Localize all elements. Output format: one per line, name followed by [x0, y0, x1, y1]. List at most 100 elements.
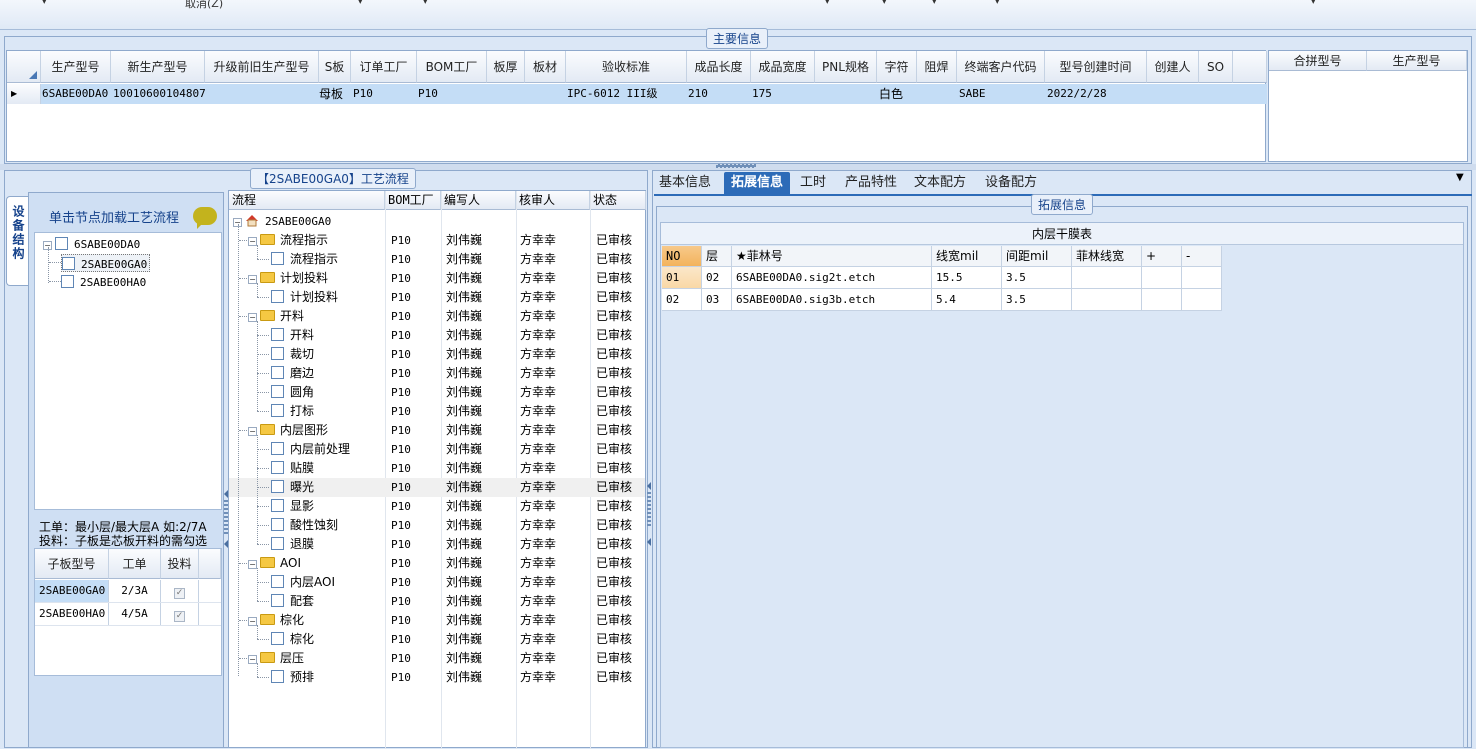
tab-work-hours[interactable]: 工时 [800, 172, 826, 194]
collapse-icon[interactable]: − [248, 655, 257, 664]
tab-basic-info[interactable]: 基本信息 [659, 172, 711, 194]
cell-no[interactable]: 01 [662, 267, 702, 289]
col-header[interactable]: 合拼型号 [1269, 51, 1367, 71]
tab-product-features[interactable]: 产品特性 [845, 172, 897, 194]
cell-film[interactable]: 6SABE00DA0.sig2t.etch [732, 267, 932, 289]
dropdown-caret-icon[interactable]: ▾ [42, 0, 47, 7]
tree-folder-node[interactable]: − 流程指示 [248, 231, 328, 250]
col-header[interactable]: 投料 [161, 549, 199, 579]
col-header[interactable]: 菲林线宽 [1072, 246, 1142, 267]
col-header[interactable]: S板 [319, 51, 351, 83]
tree-step-node[interactable]: 磨边 [271, 364, 314, 383]
collapse-arrow-icon[interactable] [647, 482, 651, 490]
collapse-icon[interactable]: − [248, 237, 257, 246]
cell-empty[interactable] [1182, 289, 1222, 311]
col-header[interactable]: BOM工厂 [385, 191, 441, 210]
col-header[interactable]: BOM工厂 [417, 51, 487, 83]
col-header[interactable]: 生产型号 [1367, 51, 1467, 71]
cell-spacing[interactable]: 3.5 [1002, 289, 1072, 311]
col-header[interactable]: 字符 [877, 51, 917, 83]
tree-step-node[interactable]: 酸性蚀刻 [271, 516, 338, 535]
col-header[interactable]: 阻焊 [917, 51, 957, 83]
tree-folder-node[interactable]: − 计划投料 [248, 269, 328, 288]
row-indicator-icon[interactable]: ▶ [7, 84, 41, 104]
cell-layer[interactable]: 03 [702, 289, 732, 311]
col-header[interactable]: 成品宽度 [751, 51, 815, 83]
tree-step-node[interactable]: 内层前处理 [271, 440, 350, 459]
col-header[interactable]: ★菲林号 [732, 246, 932, 267]
collapse-icon[interactable]: − [248, 560, 257, 569]
cell-empty[interactable] [1182, 267, 1222, 289]
cell-film-width[interactable] [1072, 289, 1142, 311]
sub-board-grid[interactable]: 子板型号 工单 投料 2SABE00GA0 2/3A ✓ 2SABE00HA0 … [34, 548, 222, 676]
tab-equipment-structure[interactable]: 设备结构 [6, 196, 28, 286]
merge-grid[interactable]: 合拼型号 生产型号 [1268, 50, 1468, 162]
cell-film[interactable]: 6SABE00DA0.sig3b.etch [732, 289, 932, 311]
cell-spacing[interactable]: 3.5 [1002, 267, 1072, 289]
tree-step-node[interactable]: 裁切 [271, 345, 314, 364]
tree-step-node[interactable]: 贴膜 [271, 459, 314, 478]
tree-step-node[interactable]: 开料 [271, 326, 314, 345]
tree-step-node[interactable]: 打标 [271, 402, 314, 421]
tree-step-node[interactable]: 曝光 [271, 478, 314, 497]
collapse-arrow-icon[interactable] [647, 538, 651, 546]
grid-corner[interactable] [7, 51, 41, 83]
splitter-grip-icon[interactable] [647, 492, 651, 528]
tree-step-node[interactable]: 棕化 [271, 630, 314, 649]
col-header[interactable]: 子板型号 [35, 549, 109, 579]
tree-step-node[interactable]: 圆角 [271, 383, 314, 402]
collapse-icon[interactable]: − [248, 617, 257, 626]
col-header[interactable]: SO [1199, 51, 1233, 83]
col-header[interactable]: 验收标准 [566, 51, 687, 83]
tree-folder-node[interactable]: − 内层图形 [248, 421, 328, 440]
tree-root[interactable]: −2SABE00GA0 [233, 212, 331, 231]
cell-line-width[interactable]: 5.4 [932, 289, 1002, 311]
tree-step-node[interactable]: 配套 [271, 592, 314, 611]
col-header[interactable]: 层 [702, 246, 732, 267]
col-header[interactable]: 线宽mil [932, 246, 1002, 267]
col-header[interactable]: 升级前旧生产型号 [205, 51, 319, 83]
cell-sub-model[interactable]: 2SABE00HA0 [35, 603, 109, 625]
tree-folder-node[interactable]: − AOI [248, 554, 301, 573]
dropdown-caret-icon[interactable]: ▾ [882, 0, 887, 7]
dropdown-caret-icon[interactable]: ▾ [358, 0, 363, 7]
cell-sub-order[interactable]: 2/3A [109, 580, 161, 602]
feed-checkbox[interactable]: ✓ [161, 580, 199, 602]
col-header[interactable]: 创建人 [1147, 51, 1199, 83]
col-header[interactable]: 板材 [525, 51, 566, 83]
col-header[interactable]: 编写人 [441, 191, 516, 210]
col-header[interactable]: 核审人 [516, 191, 590, 210]
col-header[interactable]: 成品长度 [687, 51, 751, 83]
remove-column-button[interactable]: - [1182, 246, 1222, 267]
col-header[interactable]: 型号创建时间 [1045, 51, 1147, 83]
tab-dropdown-icon[interactable]: ▼ [1456, 172, 1464, 183]
cell-line-width[interactable]: 15.5 [932, 267, 1002, 289]
process-flow-grid[interactable]: 流程 BOM工厂 编写人 核审人 状态 −2SABE00GA0− 流程指示 P10 刘… [228, 190, 646, 749]
collapse-icon[interactable]: − [248, 275, 257, 284]
col-header[interactable]: 间距mil [1002, 246, 1072, 267]
cell-empty[interactable] [1142, 289, 1182, 311]
tree-step-node[interactable]: 内层AOI [271, 573, 335, 592]
col-header[interactable]: 新生产型号 [111, 51, 205, 83]
tab-text-recipe[interactable]: 文本配方 [914, 172, 966, 194]
cell-layer[interactable]: 02 [702, 267, 732, 289]
col-header[interactable]: 终端客户代码 [957, 51, 1045, 83]
cancel-label[interactable]: 取消(Z) [185, 0, 223, 11]
tree-node-selected[interactable]: 2SABE00GA0 [61, 254, 151, 272]
dropdown-caret-icon[interactable]: ▾ [1311, 0, 1316, 7]
tree-step-node[interactable]: 流程指示 [271, 250, 338, 269]
cell-sub-order[interactable]: 4/5A [109, 603, 161, 625]
col-header[interactable]: 流程 [229, 191, 385, 210]
chat-bubble-icon[interactable] [193, 207, 217, 229]
tree-step-node[interactable]: 计划投料 [271, 288, 338, 307]
tree-step-node[interactable]: 显影 [271, 497, 314, 516]
col-header[interactable]: 状态 [590, 191, 646, 210]
tree-node[interactable]: 2SABE00HA0 [61, 273, 146, 291]
col-header[interactable]: 订单工厂 [351, 51, 417, 83]
add-column-button[interactable]: + [1142, 246, 1182, 267]
model-grid[interactable]: 生产型号 新生产型号 升级前旧生产型号 S板 订单工厂 BOM工厂 板厚 板材 … [6, 50, 1267, 162]
dropdown-caret-icon[interactable]: ▾ [995, 0, 1000, 7]
cell-empty[interactable] [1142, 267, 1182, 289]
tree-step-node[interactable]: 预排 [271, 668, 314, 687]
cell-film-width[interactable] [1072, 267, 1142, 289]
